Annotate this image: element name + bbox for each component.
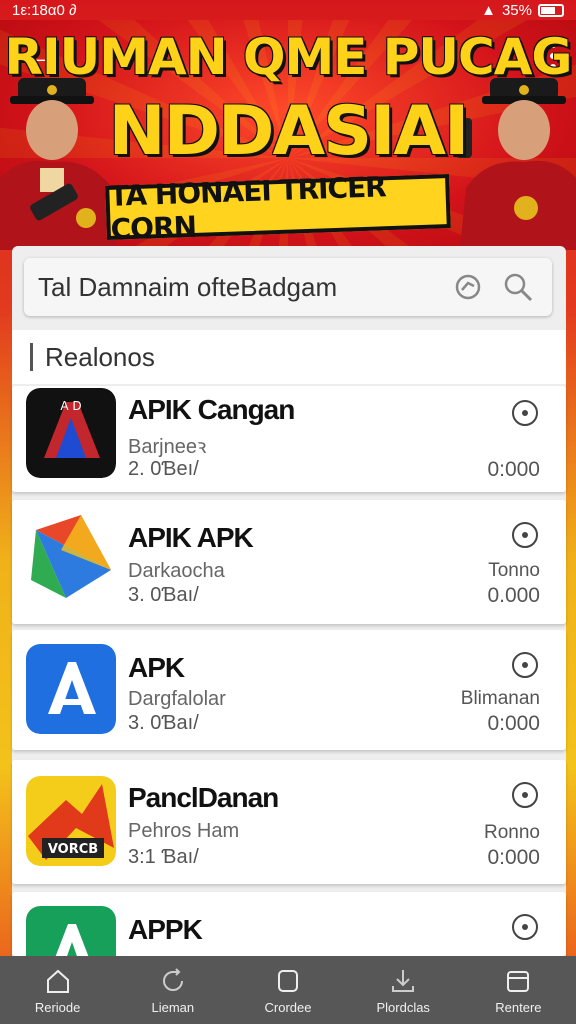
svg-text:VORCB: VORCB (48, 842, 98, 857)
apk-triangle-icon (26, 510, 116, 600)
nav-label: Lieman (151, 999, 195, 1015)
app-extra: Blimanan (460, 688, 540, 709)
app-list-item[interactable]: A D APIK Cangan Barjneeꝛ 2. 0Ɓeı/ 0:000 (12, 386, 566, 492)
status-time: 1ε:18α0 ∂ (12, 1, 77, 19)
nav-item-rentere[interactable]: Rentere (461, 956, 576, 1024)
nav-label: Crordee (264, 999, 312, 1015)
box-icon (507, 970, 530, 992)
search-bar[interactable]: Tal Damnaim ofteBadgam (24, 258, 552, 316)
download-circle-icon[interactable] (512, 652, 538, 678)
app-name: APPK (128, 914, 203, 945)
nav-label: Plordclas (376, 999, 430, 1015)
status-bar: 1ε:18α0 ∂ ▲ 35% (0, 0, 576, 20)
app-name: APIK APK (128, 522, 254, 553)
banner-tagline-text: TA HONAEI TRICER CORN (108, 170, 387, 246)
app-name: PanclDanan (128, 782, 279, 813)
apk-blue-icon (26, 644, 116, 734)
nav-item-crordee[interactable]: Crordee (230, 956, 345, 1024)
app-count: 0.000 (487, 584, 540, 607)
app-name: APK (128, 652, 185, 683)
app-count: 0:000 (487, 458, 540, 481)
app-developer: Barjneeꝛ (128, 436, 207, 458)
banner-tagline: TA HONAEI TRICER CORN (105, 170, 451, 246)
app-count: 0:000 (487, 712, 540, 735)
banner-title-line1: RIUMAN QME PUCAG (4, 28, 573, 86)
scan-icon[interactable] (452, 271, 484, 303)
app-size: 2. 0Ɓeı/ (128, 458, 199, 480)
app-extra: Ronno (484, 822, 540, 843)
section-title: Realonos (45, 341, 155, 372)
download-icon (392, 969, 415, 992)
signal-icon: ▲ (481, 1, 496, 19)
app-count: 0:000 (487, 846, 540, 869)
nav-item-plordclas[interactable]: Plordclas (346, 956, 461, 1024)
battery-percent: 35% (501, 1, 532, 19)
app-developer: Darkaocha (128, 560, 225, 582)
app-list-item[interactable]: VORCB PanclDanan Pehros Ham 3:1 Ɓaı/ Ron… (12, 760, 566, 884)
nav-label: Reriode (34, 999, 81, 1015)
battery-icon (538, 3, 564, 17)
app-developer: Dargfalolar (128, 688, 226, 710)
app-size: 3. 0Ɓaı/ (128, 584, 199, 606)
nav-label: Rentere (495, 999, 542, 1015)
download-circle-icon[interactable] (512, 522, 538, 548)
nav-item-lieman[interactable]: Lieman (115, 956, 230, 1024)
app-list-item[interactable]: APIK APK Darkaocha 3. 0Ɓaı/ Tonno 0.000 (12, 500, 566, 624)
appk-green-icon (26, 906, 116, 956)
download-circle-icon[interactable] (512, 400, 538, 426)
nav-item-reriode[interactable]: Reriode (0, 956, 115, 1024)
section-header: Realonos (12, 330, 566, 384)
app-extra: Tonno (488, 560, 540, 581)
home-icon (46, 969, 69, 993)
app-developer: Pehros Ham (128, 820, 240, 842)
square-icon (278, 969, 298, 992)
search-input[interactable]: Tal Damnaim ofteBadgam (38, 272, 452, 303)
app-size: 3:1 Ɓaı/ (128, 846, 199, 868)
download-circle-icon[interactable] (512, 914, 538, 940)
status-icons: ▲ 35% (481, 2, 564, 19)
search-icon[interactable] (502, 271, 534, 303)
app-list-item[interactable]: APK Dargfalolar 3. 0Ɓaı/ Blimanan 0:000 (12, 630, 566, 750)
promo-banner: ← RIUMAN QME PUCAG NDDASIAI TA HONAEI TR… (0, 20, 576, 250)
section-bar (30, 343, 33, 371)
bottom-nav: Reriode Lieman Crordee Plordclas Rentere (0, 956, 576, 1024)
apk-cangan-icon: A D (26, 388, 116, 478)
vorcb-icon: VORCB (26, 776, 116, 866)
refresh-icon (162, 967, 183, 991)
app-name: APIK Cangan (128, 394, 295, 425)
app-list-item[interactable]: APPK (12, 892, 566, 956)
download-circle-icon[interactable] (512, 782, 538, 808)
banner-title-line2: NDDASIAI (108, 92, 470, 171)
app-size: 3. 0Ɓaı/ (128, 712, 199, 734)
svg-text:A D: A D (60, 399, 81, 413)
